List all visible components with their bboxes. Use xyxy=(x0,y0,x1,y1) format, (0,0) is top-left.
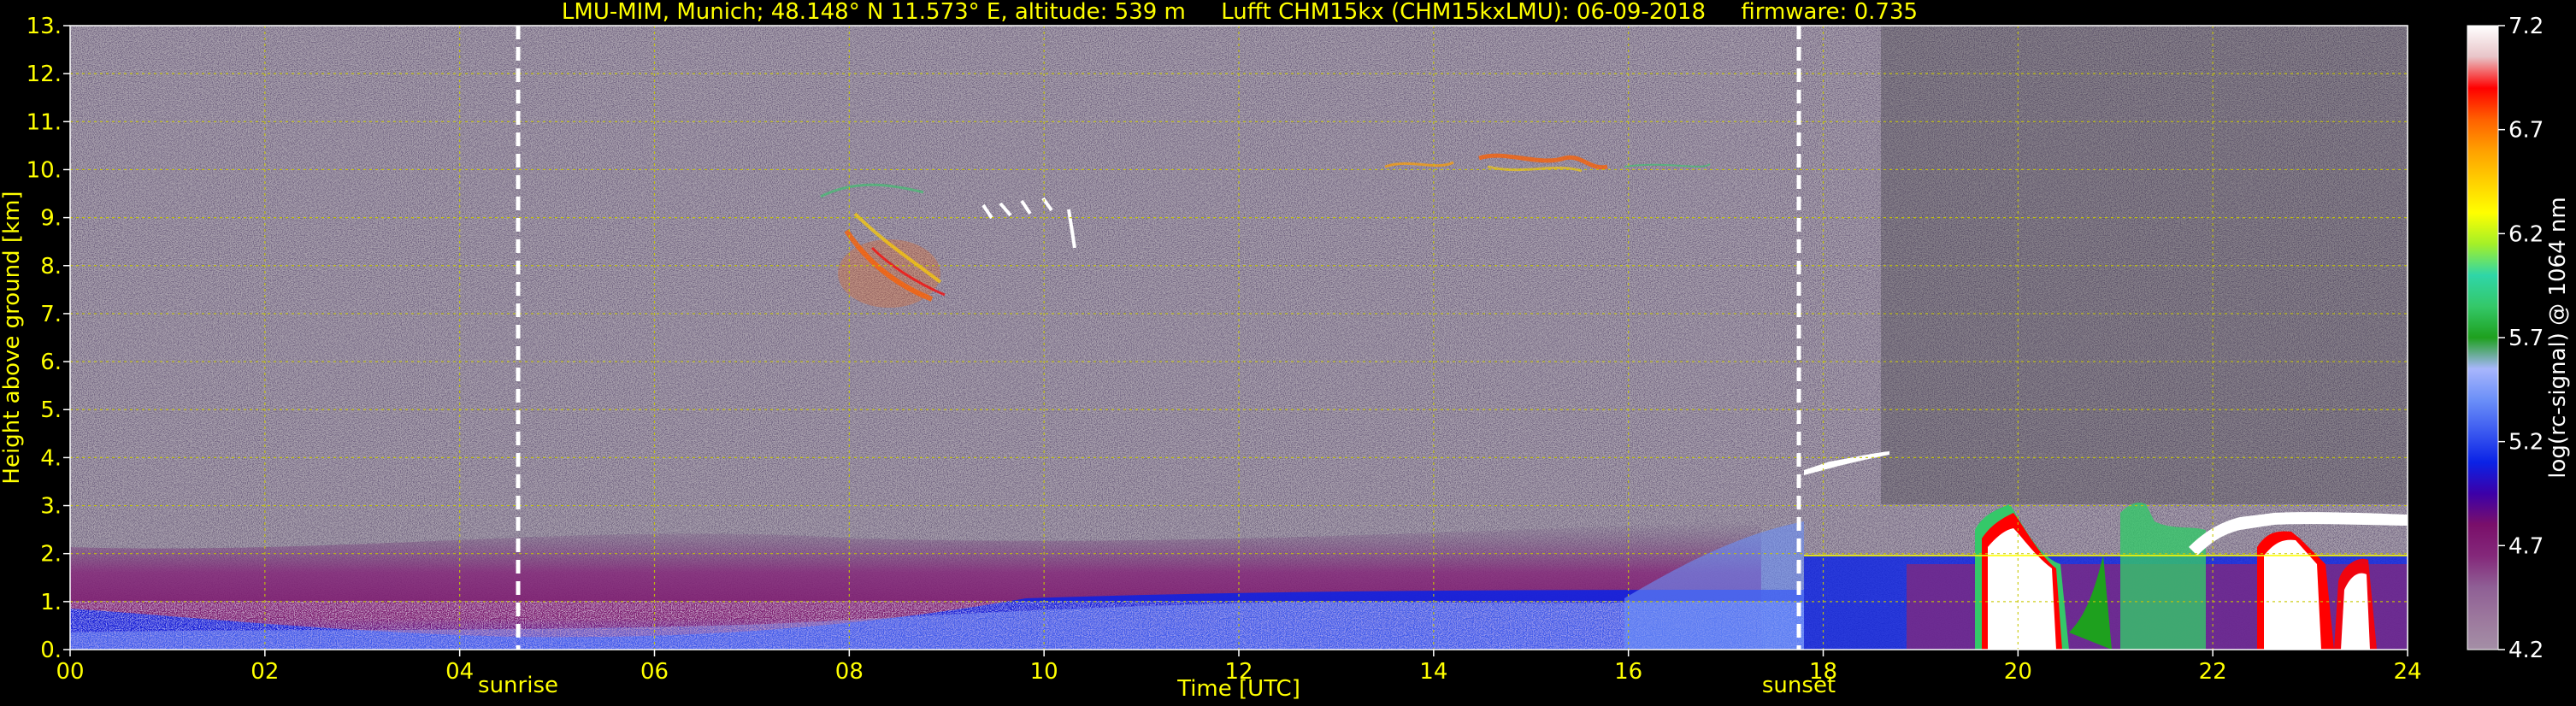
x-tick-label: 08 xyxy=(835,659,864,685)
colorbar-tick-label: 6.2 xyxy=(2508,221,2544,247)
y-tick-label: 12. xyxy=(27,62,62,87)
y-axis: 0. 1. 2. 3. 4. 5. 6. 7. 8. 9. 10. 11. 12. 13. xyxy=(27,14,70,663)
y-tick-label: 4. xyxy=(40,445,62,471)
x-tick-label: 04 xyxy=(445,659,474,685)
colorbar-tick-label: 6.7 xyxy=(2508,118,2544,144)
x-tick-label: 06 xyxy=(640,659,669,685)
x-tick-label: 16 xyxy=(1614,659,1642,685)
chart-title: LMU-MIM, Munich; 48.148° N 11.573° E, al… xyxy=(562,0,1918,25)
y-tick-label: 8. xyxy=(40,254,62,279)
y-tick-label: 10. xyxy=(27,157,62,183)
x-tick-label: 02 xyxy=(251,659,279,685)
x-tick-label: 18 xyxy=(1809,659,1837,685)
y-tick-label: 11. xyxy=(27,109,62,135)
colorbar-bar xyxy=(2467,25,2499,650)
y-tick-label: 13. xyxy=(27,14,62,39)
y-tick-label: 6. xyxy=(40,350,62,375)
colorbar-tick-label: 5.7 xyxy=(2508,326,2544,351)
y-tick-label: 3. xyxy=(40,494,62,520)
y-tick-label: 2. xyxy=(40,542,62,568)
colorbar-tick-label: 4.7 xyxy=(2508,533,2544,559)
y-tick-label: 1. xyxy=(40,590,62,615)
x-axis-label: Time [UTC] xyxy=(1176,676,1300,702)
x-tick-label: 22 xyxy=(2199,659,2227,685)
x-tick-label: 20 xyxy=(2004,659,2032,685)
y-tick-label: 7. xyxy=(40,302,62,327)
x-tick-label: 14 xyxy=(1419,659,1447,685)
colorbar-tick-label: 5.2 xyxy=(2508,430,2544,456)
y-tick-label: 9. xyxy=(40,206,62,232)
colorbar-tick-label: 7.2 xyxy=(2508,14,2544,39)
y-axis-label: Height above ground [km] xyxy=(0,191,25,484)
x-tick-label: 24 xyxy=(2393,659,2421,685)
colorbar-ticks: 4.2 4.7 5.2 5.7 6.2 6.7 7.2 xyxy=(2498,14,2544,663)
colorbar-tick-label: 4.2 xyxy=(2508,638,2544,663)
y-tick-label: 5. xyxy=(40,397,62,423)
sunrise-label: sunrise xyxy=(478,673,558,698)
x-tick-label: 10 xyxy=(1030,659,1058,685)
ceilometer-figure: LMU-MIM, Munich; 48.148° N 11.573° E, al… xyxy=(0,0,2571,702)
colorbar: 4.2 4.7 5.2 5.7 6.2 6.7 7.2 log(rc-signal) @ 1… xyxy=(2467,14,2571,663)
y-tick-label: 0. xyxy=(40,638,62,663)
colorbar-label: log(rc-signal) @ 1064 nm xyxy=(2545,197,2571,478)
